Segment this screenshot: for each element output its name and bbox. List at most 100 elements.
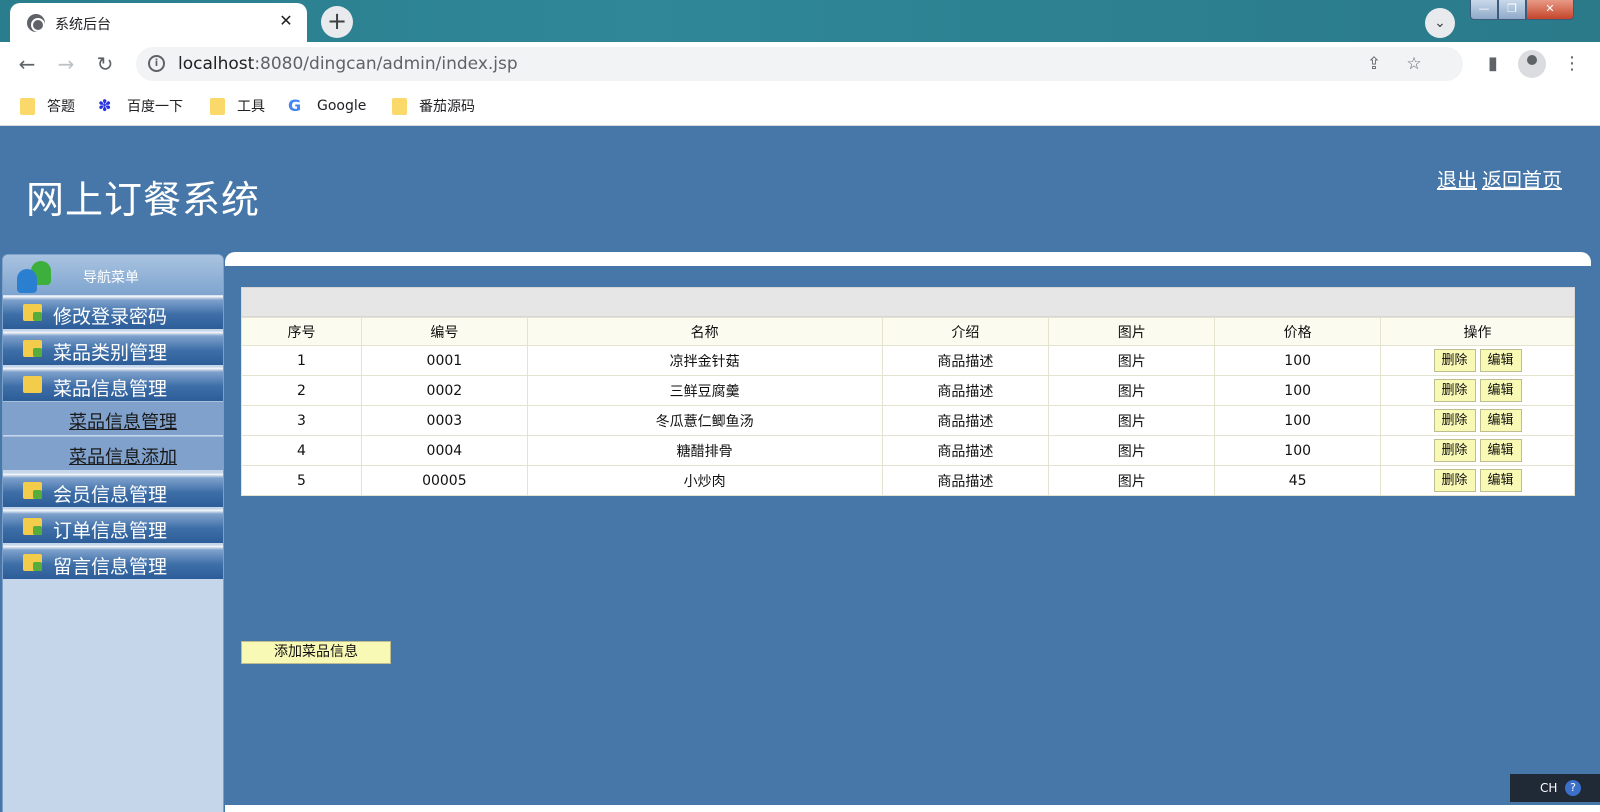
- edit-button[interactable]: 编辑: [1479, 379, 1522, 402]
- bookmark-item[interactable]: 答题: [20, 96, 75, 116]
- help-icon[interactable]: ?: [1565, 780, 1581, 796]
- sidebar-nav: 导航菜单 修改登录密码 菜品类别管理 菜品信息管理 菜品信息管理 菜品信息添加 …: [2, 254, 224, 812]
- address-bar[interactable]: i localhost:8080/dingcan/admin/index.jsp…: [136, 47, 1463, 81]
- folder-icon: [20, 97, 35, 115]
- cell-index: 5: [241, 465, 362, 496]
- sidebar-item-order-management[interactable]: 订单信息管理: [3, 509, 223, 543]
- cell-description: 商品描述: [881, 405, 1050, 436]
- column-header: 介绍: [881, 317, 1050, 346]
- sidebar-item-change-password[interactable]: 修改登录密码: [3, 295, 223, 329]
- add-dish-button[interactable]: 添加菜品信息: [241, 641, 391, 664]
- cell-actions: 删除 编辑: [1380, 405, 1575, 436]
- new-tab-button[interactable]: +: [321, 6, 353, 38]
- close-window-button[interactable]: ✕: [1526, 0, 1574, 20]
- cell-index: 4: [241, 435, 362, 466]
- table-row: 2 0002 三鲜豆腐羹 商品描述 图片 100 删除 编辑: [241, 375, 1575, 406]
- profile-avatar-icon[interactable]: [1518, 50, 1546, 78]
- table-row: 3 0003 冬瓜薏仁鲫鱼汤 商品描述 图片 100 删除 编辑: [241, 405, 1575, 436]
- menu-kebab-icon[interactable]: ⋮: [1559, 51, 1585, 77]
- maximize-button[interactable]: ❐: [1498, 0, 1526, 20]
- delete-button[interactable]: 删除: [1433, 379, 1476, 402]
- sidebar-item-member-management[interactable]: 会员信息管理: [3, 473, 223, 507]
- sidebar-item-category-management[interactable]: 菜品类别管理: [3, 331, 223, 365]
- delete-button[interactable]: 删除: [1433, 469, 1476, 492]
- column-header: 名称: [526, 317, 883, 346]
- ime-indicator[interactable]: CH ?: [1510, 774, 1600, 802]
- table-header-row: 序号 编号 名称 介绍 图片 价格 操作: [241, 317, 1575, 346]
- dish-table: 序号 编号 名称 介绍 图片 价格 操作 1 0001 凉拌金针菇 商品描述 图…: [241, 317, 1575, 496]
- cell-code: 0001: [360, 345, 528, 376]
- edit-button[interactable]: 编辑: [1479, 409, 1522, 432]
- cell-price: 100: [1214, 435, 1382, 466]
- forward-icon[interactable]: →: [52, 50, 80, 78]
- sidebar-header: 导航菜单: [3, 255, 223, 295]
- minimize-button[interactable]: —: [1470, 0, 1498, 20]
- cell-actions: 删除 编辑: [1380, 375, 1575, 406]
- side-panel-icon[interactable]: ▮: [1480, 51, 1506, 77]
- table-caption-bar: [241, 287, 1575, 317]
- sidebar-item-label: 菜品类别管理: [53, 342, 168, 364]
- users-icon: [17, 259, 51, 293]
- sidebar-item-label: 修改登录密码: [53, 306, 168, 328]
- delete-button[interactable]: 删除: [1433, 409, 1476, 432]
- folder-icon: [392, 97, 407, 115]
- window-controls: — ❐ ✕: [1470, 0, 1600, 22]
- cell-price: 45: [1214, 465, 1382, 496]
- cell-image: 图片: [1048, 345, 1216, 376]
- cell-name: 小炒肉: [526, 465, 883, 496]
- column-header: 图片: [1048, 317, 1216, 346]
- cell-image: 图片: [1048, 465, 1216, 496]
- bookmark-item[interactable]: 番茄源码: [392, 96, 475, 116]
- open-folder-icon: [23, 376, 42, 393]
- edit-button[interactable]: 编辑: [1479, 349, 1522, 372]
- bookmark-item[interactable]: G Google: [288, 96, 366, 116]
- sidebar-item-dish-management[interactable]: 菜品信息管理: [3, 367, 223, 401]
- cell-image: 图片: [1048, 375, 1216, 406]
- edit-button[interactable]: 编辑: [1479, 469, 1522, 492]
- cell-image: 图片: [1048, 405, 1216, 436]
- dish-table-wrapper: 序号 编号 名称 介绍 图片 价格 操作 1 0001 凉拌金针菇 商品描述 图…: [241, 287, 1575, 496]
- site-title: 网上订餐系统: [26, 178, 261, 222]
- share-icon[interactable]: ⇪: [1362, 52, 1386, 76]
- cell-actions: 删除 编辑: [1380, 465, 1575, 496]
- bookmark-label: Google: [317, 98, 367, 114]
- browser-toolbar: ← → ↻ i localhost:8080/dingcan/admin/ind…: [0, 42, 1600, 86]
- reload-icon[interactable]: ↻: [91, 50, 119, 78]
- cell-actions: 删除 编辑: [1380, 435, 1575, 466]
- bookmark-item[interactable]: ✽ 百度一下: [98, 96, 183, 116]
- back-icon[interactable]: ←: [13, 50, 41, 78]
- cell-price: 100: [1214, 345, 1382, 376]
- bookmark-item[interactable]: 工具: [210, 96, 265, 116]
- column-header: 价格: [1214, 317, 1382, 346]
- page: 网上订餐系统 退出 返回首页 导航菜单 修改登录密码 菜品类别管理 菜品信息管理 …: [0, 127, 1600, 812]
- content-top-border: [225, 252, 1591, 266]
- site-info-icon[interactable]: i: [148, 55, 165, 72]
- browser-tab[interactable]: 系统后台 ✕: [10, 3, 307, 42]
- sidebar-item-label: 会员信息管理: [53, 484, 168, 506]
- delete-button[interactable]: 删除: [1433, 349, 1476, 372]
- close-tab-icon[interactable]: ✕: [275, 10, 297, 32]
- sidebar-subitem-dish-list[interactable]: 菜品信息管理: [3, 401, 223, 435]
- sidebar-subitem-dish-add[interactable]: 菜品信息添加: [3, 436, 223, 470]
- cell-code: 0003: [360, 405, 528, 436]
- url-text[interactable]: localhost:8080/dingcan/admin/index.jsp: [178, 54, 518, 74]
- bookmark-label: 答题: [47, 99, 75, 115]
- cell-price: 100: [1214, 405, 1382, 436]
- home-link[interactable]: 返回首页: [1482, 168, 1562, 192]
- cell-name: 三鲜豆腐羹: [526, 375, 883, 406]
- bookmark-star-icon[interactable]: ☆: [1402, 52, 1426, 76]
- sidebar-header-label: 导航菜单: [83, 270, 139, 286]
- cell-actions: 删除 编辑: [1380, 345, 1575, 376]
- cell-name: 冬瓜薏仁鲫鱼汤: [526, 405, 883, 436]
- tab-title: 系统后台: [55, 17, 111, 33]
- folder-icon: [23, 554, 42, 571]
- edit-button[interactable]: 编辑: [1479, 439, 1522, 462]
- cell-description: 商品描述: [881, 375, 1050, 406]
- logout-link[interactable]: 退出: [1437, 168, 1477, 192]
- delete-button[interactable]: 删除: [1433, 439, 1476, 462]
- cell-index: 2: [241, 375, 362, 406]
- tab-search-button[interactable]: ⌄: [1425, 8, 1455, 38]
- folder-icon: [23, 304, 42, 321]
- bookmark-label: 工具: [237, 99, 265, 115]
- sidebar-item-message-management[interactable]: 留言信息管理: [3, 545, 223, 579]
